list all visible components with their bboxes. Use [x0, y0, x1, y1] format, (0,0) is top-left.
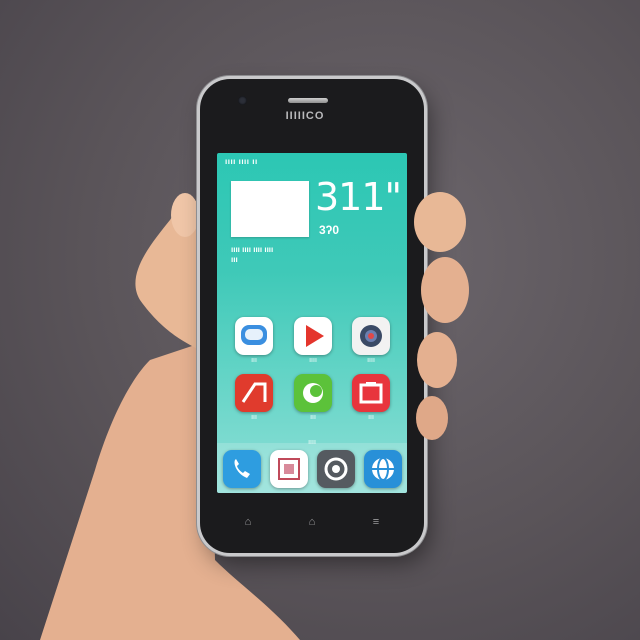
phone-screen[interactable]: ıııı ıııı ıı 311" 3ʔ0 ıııı ıııı ıııı ııı…	[217, 153, 407, 493]
status-bar: ıııı ıııı ıı	[225, 157, 258, 166]
thumb-nail-shape	[171, 193, 199, 237]
gallery-app-icon[interactable]	[270, 450, 308, 488]
back-button[interactable]: ⌂	[238, 516, 258, 528]
smartphone: IIIIICO ıııı ıııı ıı 311" 3ʔ0 ıııı ıııı …	[200, 79, 424, 553]
globe-app-icon[interactable]	[364, 450, 402, 488]
browser-app-icon[interactable]	[317, 450, 355, 488]
home-button[interactable]: ⌂	[302, 516, 322, 528]
camera-app-icon[interactable]	[352, 317, 390, 355]
menu-button[interactable]: ≡	[366, 516, 386, 528]
date-line-2: ııı	[231, 255, 238, 264]
green-app-icon[interactable]	[294, 374, 332, 412]
clock-sub: 3ʔ0	[319, 223, 340, 237]
clock-time: 311"	[315, 175, 402, 219]
red-app-icon[interactable]	[235, 374, 273, 412]
earpiece-speaker	[288, 98, 328, 103]
photo-scene: IIIIICO ıııı ıııı ıı 311" 3ʔ0 ıııı ıııı …	[0, 0, 640, 640]
chat-app-icon[interactable]	[235, 317, 273, 355]
camera-app-label: ıııı	[367, 357, 375, 364]
date-line-1: ıııı ıııı ıııı ıııı	[231, 245, 274, 254]
phone-app-icon[interactable]	[223, 450, 261, 488]
frame-app-label: ııı	[368, 414, 374, 421]
video-play-app-icon[interactable]	[294, 317, 332, 355]
weather-widget[interactable]	[231, 181, 309, 237]
phone-brand-logo: IIIIICO	[285, 110, 325, 122]
video-app-label: ıııı	[309, 357, 317, 364]
frame-app-icon[interactable]	[352, 374, 390, 412]
green-app-label: ııı	[310, 414, 316, 421]
chat-app-label: ııı	[251, 357, 257, 364]
front-camera-icon	[238, 96, 247, 105]
red-app-label: ııı	[251, 414, 257, 421]
